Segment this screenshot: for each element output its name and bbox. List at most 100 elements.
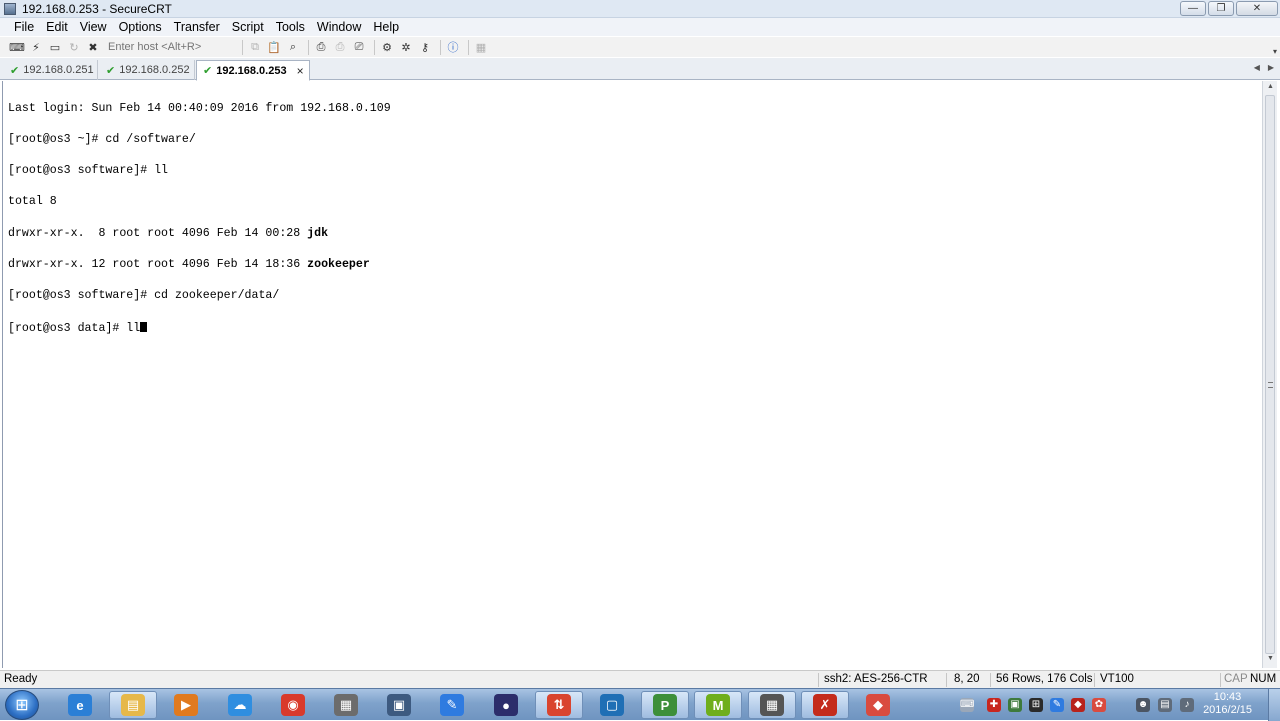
status-emulation: VT100	[1100, 673, 1134, 685]
system-tray: ⌨ ✚ ▣ ⊞ ✎ ◆ ✿ ☻ ▤ ♪ 10:43 2016/2/15	[950, 689, 1280, 721]
print-selection-icon[interactable]: ⎙	[332, 40, 348, 55]
maximize-button[interactable]: ❐	[1208, 1, 1234, 16]
volume-tray-icon[interactable]: ♪	[1180, 698, 1194, 712]
copy-icon[interactable]: ⧉	[247, 40, 263, 55]
taskbar-app-utility-app[interactable]: ▦	[322, 691, 370, 719]
taskbar-app-virtualbox[interactable]: ▢	[588, 691, 636, 719]
vertical-scrollbar[interactable]: ▲ ▼	[1262, 81, 1277, 668]
toolbar-separator	[374, 39, 375, 55]
minimize-button[interactable]: —	[1180, 1, 1206, 16]
lock-app-icon: ▣	[387, 694, 411, 716]
mindmap-app-icon: M	[706, 694, 730, 716]
taskbar-app-chrome[interactable]: ◉	[269, 691, 317, 719]
terminal-cursor	[140, 322, 148, 333]
securecrt-app-icon[interactable]	[4, 2, 16, 15]
taskbar-app-internet-explorer[interactable]: e	[56, 691, 104, 719]
quick-connect-icon[interactable]: ⚡	[28, 40, 44, 55]
connect-in-tab-icon[interactable]: ▭	[47, 40, 63, 55]
show-desktop-button[interactable]	[1268, 689, 1280, 721]
find-icon[interactable]: ⌕	[285, 40, 301, 55]
utility-app-icon: ▦	[334, 694, 358, 716]
menu-script[interactable]: Script	[226, 20, 270, 34]
sftp-icon[interactable]: ▦	[473, 40, 489, 55]
print-setup-icon[interactable]: ⎚	[351, 40, 367, 55]
menu-tools[interactable]: Tools	[270, 20, 311, 34]
taskbar-app-media-player[interactable]: ▶	[162, 691, 210, 719]
enter-host-input[interactable]	[106, 39, 234, 55]
taskbar-app-feather-app[interactable]: ✎	[428, 691, 476, 719]
status-dimensions: 56 Rows, 176 Cols	[996, 673, 1093, 685]
taskbar-app-eclipse[interactable]: ●	[482, 691, 530, 719]
tab-scroll-right-icon[interactable]: ▶	[1268, 63, 1274, 72]
session-options-icon[interactable]: ⚙	[379, 40, 395, 55]
session-tab-bar: ✔ 192.168.0.251 ✔ 192.168.0.252 ✔ 192.16…	[0, 58, 1280, 81]
toolbar-separator	[440, 39, 441, 55]
network-tray-icon[interactable]: ▤	[1158, 698, 1172, 712]
taskbar-clock[interactable]: 10:43 2016/2/15	[1203, 691, 1252, 717]
terminal-line: drwxr-xr-x. 12 root root 4096 Feb 14 18:…	[8, 257, 370, 271]
taskbar-app-lock-app[interactable]: ▣	[375, 691, 423, 719]
scroll-thumb[interactable]	[1265, 95, 1275, 654]
tab-close-icon[interactable]: ×	[297, 64, 304, 78]
disconnect-icon[interactable]: ✖	[85, 40, 101, 55]
status-separator	[990, 673, 991, 687]
status-cursor-position: 8, 20	[954, 673, 980, 685]
toolbar-overflow-icon[interactable]: ▾	[1273, 47, 1277, 56]
tab-label: 192.168.0.251	[23, 64, 94, 76]
terminal-area[interactable]: Last login: Sun Feb 14 00:40:09 2016 fro…	[2, 81, 1262, 668]
scroll-grip-icon	[1268, 382, 1273, 388]
eraser-app-icon: ◆	[866, 694, 890, 716]
close-button[interactable]: ✕	[1236, 1, 1278, 16]
menu-help[interactable]: Help	[367, 20, 405, 34]
taskbar-app-eraser-app[interactable]: ◆	[854, 691, 902, 719]
taskbar-app-securecrt[interactable]: ▦	[748, 691, 796, 719]
ftp-app-icon: ⇅	[547, 694, 571, 716]
menu-file[interactable]: File	[8, 20, 40, 34]
status-caps: CAP	[1224, 673, 1248, 685]
dir-name-zookeeper: zookeeper	[307, 257, 370, 271]
menu-transfer[interactable]: Transfer	[168, 20, 226, 34]
toolbar-separator	[242, 39, 243, 55]
scroll-up-icon[interactable]: ▲	[1263, 83, 1278, 95]
security-tray-icon[interactable]: ▣	[1008, 698, 1022, 712]
taskbar-app-pdf-app[interactable]: ✗	[801, 691, 849, 719]
feather-tray-icon[interactable]: ✎	[1050, 698, 1064, 712]
scroll-down-icon[interactable]: ▼	[1263, 655, 1278, 667]
menu-view[interactable]: View	[74, 20, 113, 34]
tab-192-168-0-252[interactable]: ✔ 192.168.0.252	[100, 60, 195, 80]
tab-scroll-left-icon[interactable]: ◀	[1254, 63, 1260, 72]
taskbar-app-ftp-app[interactable]: ⇅	[535, 691, 583, 719]
taskbar-app-project-app[interactable]: P	[641, 691, 689, 719]
keymap-icon[interactable]: ⚷	[417, 40, 433, 55]
keyboard-tray-icon[interactable]: ⌨	[960, 698, 974, 712]
menu-options[interactable]: Options	[113, 20, 168, 34]
global-options-icon[interactable]: ✲	[398, 40, 414, 55]
menu-window[interactable]: Window	[311, 20, 367, 34]
dir-name-jdk: jdk	[307, 226, 329, 240]
help-icon[interactable]: ⓘ	[445, 40, 461, 55]
tab-192-168-0-253[interactable]: ✔ 192.168.0.253 ×	[196, 60, 310, 81]
window-controls: — ❐ ✕	[1180, 1, 1278, 16]
print-icon[interactable]: ⎙	[313, 40, 329, 55]
start-button[interactable]: ⊞	[5, 690, 39, 720]
status-bar: Ready ssh2: AES-256-CTR 8, 20 56 Rows, 1…	[0, 670, 1280, 688]
paste-icon[interactable]: 📋	[266, 40, 282, 55]
reconnect-icon[interactable]: ↻	[66, 40, 82, 55]
menu-edit[interactable]: Edit	[40, 20, 74, 34]
user-tray-icon[interactable]: ☻	[1136, 698, 1150, 712]
windows-taskbar: ⊞ e ▤ ▶ ☁ ◉ ▦ ▣ ✎ ● ⇅ ▢ P M ▦ ✗ ◆ ⌨ ✚ ▣ ⊞ ✎ ◆ ✿ ☻ ▤ ♪ 1…	[0, 688, 1280, 721]
status-separator	[946, 673, 947, 687]
cloud-tray-icon[interactable]: ✿	[1092, 698, 1106, 712]
title-bar[interactable]: 192.168.0.253 - SecureCRT — ❐ ✕	[0, 0, 1280, 18]
terminal-line: Last login: Sun Feb 14 00:40:09 2016 fro…	[8, 101, 391, 115]
taskbar-app-file-explorer[interactable]: ▤	[109, 691, 157, 719]
terminal-line: drwxr-xr-x. 8 root root 4096 Feb 14 00:2…	[8, 226, 329, 240]
tab-192-168-0-251[interactable]: ✔ 192.168.0.251	[4, 60, 98, 80]
taskbar-app-mindmap-app[interactable]: M	[694, 691, 742, 719]
antivirus-tray-icon[interactable]: ✚	[987, 698, 1001, 712]
taskbar-app-baidu-cloud[interactable]: ☁	[216, 691, 264, 719]
shield-tray-icon[interactable]: ◆	[1071, 698, 1085, 712]
grid-tray-icon[interactable]: ⊞	[1029, 698, 1043, 712]
eclipse-icon: ●	[494, 694, 518, 716]
connect-icon[interactable]: ⌨	[9, 40, 25, 55]
